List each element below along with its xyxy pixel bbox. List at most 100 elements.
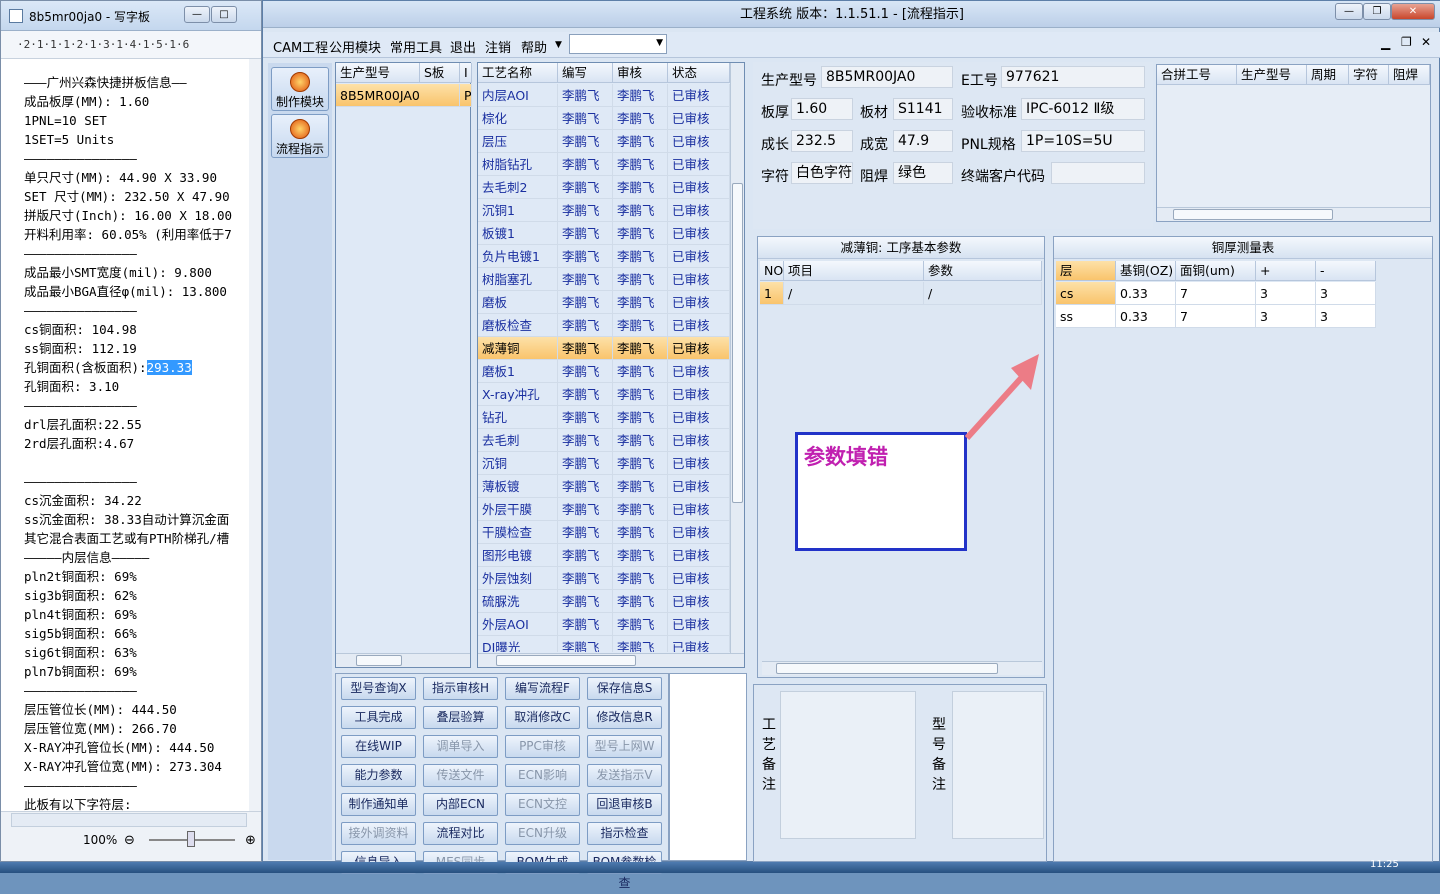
param-hscroll[interactable] [762,661,1042,675]
mdi-close-icon[interactable]: ✕ [1421,35,1431,49]
menu-common-module[interactable]: 公用模块 [329,37,381,56]
minimize-button[interactable]: — [184,6,210,23]
merge-header-model[interactable]: 生产型号 [1237,65,1307,85]
process-cell[interactable]: 李鹏飞 [558,452,613,475]
process-cell[interactable]: 李鹏飞 [558,521,613,544]
process-cell[interactable]: 李鹏飞 [613,613,668,636]
process-cell[interactable]: 李鹏飞 [613,567,668,590]
param-header-value[interactable]: 参数 [924,261,1042,281]
maximize-button[interactable]: □ [211,6,237,23]
process-cell[interactable]: 干膜检查 [478,521,558,544]
scroll-thumb[interactable] [1173,209,1333,220]
pnl-field[interactable]: 1P=10S=5U [1021,130,1145,152]
action-button[interactable]: 在线WIP [341,735,416,758]
copper-header-minus[interactable]: - [1316,261,1376,281]
process-cell[interactable]: 李鹏飞 [613,176,668,199]
process-cell[interactable]: 李鹏飞 [558,130,613,153]
process-cell[interactable]: 已审核 [668,544,730,567]
process-cell[interactable]: 李鹏飞 [558,337,613,360]
main-close-button[interactable]: ✕ [1391,3,1435,20]
model-header-model[interactable]: 生产型号 [336,63,420,83]
process-cell[interactable]: 李鹏飞 [613,452,668,475]
process-cell[interactable]: 已审核 [668,245,730,268]
menu-logout[interactable]: 注销 [485,37,511,56]
process-cell[interactable]: DI曝光 [478,636,558,652]
action-button[interactable]: 流程对比 [423,822,498,845]
standard-field[interactable]: IPC-6012 Ⅱ级 [1021,98,1145,120]
process-cell[interactable]: 李鹏飞 [558,498,613,521]
process-cell[interactable]: 李鹏飞 [558,176,613,199]
process-cell[interactable]: 李鹏飞 [613,199,668,222]
copper-header-surface[interactable]: 面铜(um) [1176,261,1256,281]
copper-cell[interactable]: 7 [1176,305,1256,328]
process-cell[interactable]: 李鹏飞 [558,199,613,222]
process-cell[interactable]: 李鹏飞 [558,360,613,383]
process-cell[interactable]: 已审核 [668,199,730,222]
model-field[interactable]: 8B5MR00JA0 [821,66,953,88]
length-field[interactable]: 232.5 [791,130,853,152]
process-cell[interactable]: 磨板检查 [478,314,558,337]
process-cell[interactable]: 去毛刺 [478,429,558,452]
action-button[interactable]: 发送指示V [587,764,662,787]
copper-cell[interactable]: 3 [1256,305,1316,328]
process-cell[interactable]: 李鹏飞 [558,245,613,268]
process-cell[interactable]: 李鹏飞 [613,314,668,337]
scroll-thumb[interactable] [356,655,402,666]
customer-code-field[interactable] [1051,162,1145,184]
process-cell[interactable]: X-ray冲孔 [478,383,558,406]
action-button[interactable]: 指示审核H [423,677,498,700]
process-cell[interactable]: 已审核 [668,314,730,337]
process-cell[interactable]: 李鹏飞 [558,383,613,406]
action-button[interactable]: 制作通知单 [341,793,416,816]
process-cell[interactable]: 已审核 [668,636,730,652]
material-field[interactable]: S1141 [893,98,953,120]
process-cell[interactable]: 李鹏飞 [558,475,613,498]
action-button[interactable]: 回退审核B [587,793,662,816]
scroll-thumb[interactable] [496,655,636,666]
action-button[interactable]: 接外调资料 [341,822,416,845]
process-cell[interactable]: 已审核 [668,429,730,452]
menu-tools[interactable]: 常用工具 [390,37,442,56]
action-button[interactable]: 传送文件 [423,764,498,787]
action-button[interactable]: 指示检查 [587,822,662,845]
main-restore-button[interactable]: ❐ [1363,3,1391,20]
process-grid-hscroll[interactable] [478,653,744,667]
process-cell[interactable]: 已审核 [668,268,730,291]
process-cell[interactable]: 已审核 [668,475,730,498]
width-field[interactable]: 47.9 [893,130,953,152]
document-text[interactable]: ———广州兴森快捷拼板信息—— 成品板厚(MM): 1.60 1PNL=10 SET… [1,59,261,811]
process-cell[interactable]: 负片电镀1 [478,245,558,268]
model-header-sboard[interactable]: S板 [420,63,460,83]
process-cell[interactable]: 李鹏飞 [613,291,668,314]
copper-cell[interactable]: 3 [1316,305,1376,328]
copper-header-plus[interactable]: + [1256,261,1316,281]
process-cell[interactable]: 李鹏飞 [558,222,613,245]
process-header-reviewer[interactable]: 审核 [613,63,668,83]
process-cell[interactable]: 已审核 [668,291,730,314]
copper-cell[interactable]: 0.33 [1116,282,1176,305]
process-note-field[interactable] [780,691,916,839]
process-cell[interactable]: 李鹏飞 [613,130,668,153]
process-cell[interactable]: 李鹏飞 [613,268,668,291]
zoom-in-icon[interactable]: ⊕ [245,833,256,848]
process-cell[interactable]: 磨板1 [478,360,558,383]
process-cell[interactable]: 李鹏飞 [613,360,668,383]
process-cell[interactable]: 李鹏飞 [558,153,613,176]
merge-header-eno[interactable]: 合拼工号 [1157,65,1237,85]
process-cell[interactable]: 李鹏飞 [613,521,668,544]
process-cell[interactable]: 已审核 [668,337,730,360]
copper-header-base[interactable]: 基铜(OZ) [1116,261,1176,281]
model-note-field[interactable] [952,691,1044,839]
process-cell[interactable]: 李鹏飞 [613,245,668,268]
process-cell[interactable]: 已审核 [668,590,730,613]
action-button[interactable]: 修改信息R [587,706,662,729]
merge-grid-hscroll[interactable] [1157,207,1430,221]
action-button[interactable]: 取消修改C [505,706,580,729]
chevron-down-icon[interactable]: ▼ [555,40,562,50]
process-cell[interactable]: 李鹏飞 [558,291,613,314]
process-cell[interactable]: 已审核 [668,406,730,429]
process-cell[interactable]: 图形电镀 [478,544,558,567]
param-row-item[interactable]: / [784,282,924,305]
process-cell[interactable]: 李鹏飞 [558,406,613,429]
process-cell[interactable]: 李鹏飞 [558,544,613,567]
